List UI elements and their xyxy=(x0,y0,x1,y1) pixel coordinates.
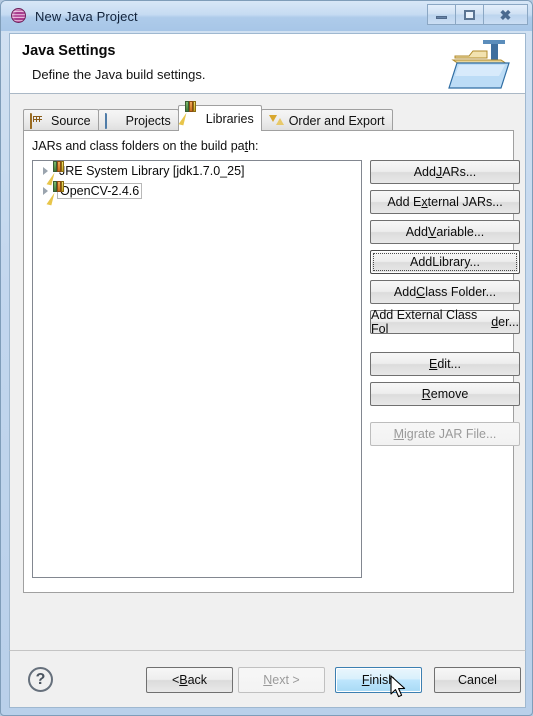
btn-mnemonic: F xyxy=(361,673,370,687)
libraries-tab-panel: JARs and class folders on the build path… xyxy=(23,130,520,593)
remove-button[interactable]: Remove xyxy=(370,382,520,406)
add-library-button[interactable]: Add Library... xyxy=(370,250,520,274)
next-button: Next > xyxy=(238,667,325,693)
tab-label: Order and Export xyxy=(288,113,385,128)
add-variable-button[interactable]: Add Variable... xyxy=(370,220,520,244)
btn-mnemonic: E xyxy=(429,357,438,371)
tab-strip: Source Projects Libraries Order and Expo… xyxy=(23,101,393,131)
btn-post: ibrary... xyxy=(439,255,480,269)
tab-label: Source xyxy=(51,113,91,128)
window-title: New Java Project xyxy=(35,8,138,24)
btn-pre: Add E xyxy=(387,195,422,209)
btn-post: dit... xyxy=(437,357,461,371)
btn-post: Cancel xyxy=(458,673,497,687)
tree-item-label: JRE System Library [jdk1.7.0_25] xyxy=(59,164,245,178)
add-class-folder-button[interactable]: Add Class Folder... xyxy=(370,280,520,304)
build-path-tree[interactable]: JRE System Library [jdk1.7.0_25] OpenCV-… xyxy=(32,160,362,578)
button-group-separator xyxy=(370,412,506,422)
tree-label-pre: JARs and class folders on the build pa xyxy=(32,139,245,153)
finish-button[interactable]: Finish xyxy=(335,667,422,693)
tab-label: Libraries xyxy=(205,111,254,126)
add-external-class-folder-button[interactable]: Add External Class Fol d er... xyxy=(370,308,520,336)
btn-pre: Add External Class Fol xyxy=(371,308,478,336)
tree-item-label: OpenCV-2.4.6 xyxy=(57,183,143,199)
btn-mnemonic: B xyxy=(179,673,188,687)
btn-post: lass Folder... xyxy=(425,285,497,299)
close-icon[interactable]: ✖ xyxy=(483,4,528,25)
btn-pre: Add xyxy=(393,285,417,299)
btn-post: emove xyxy=(430,387,469,401)
btn-mnemonic: R xyxy=(421,387,431,401)
dialog-footer: ? < Back Next > Finish Cancel xyxy=(9,650,526,708)
window-controls: ✖ xyxy=(427,4,528,25)
btn-post: ack xyxy=(187,673,208,687)
java-folder-icon xyxy=(448,37,515,93)
btn-pre: < xyxy=(171,673,180,687)
order-arrows-icon xyxy=(268,113,284,128)
btn-pre: Add xyxy=(410,255,433,269)
btn-pre: Add xyxy=(413,165,436,179)
page-title: Java Settings xyxy=(22,43,116,59)
java-sphere-icon xyxy=(11,8,27,24)
btn-post: ext > xyxy=(272,673,300,687)
package-folder-icon xyxy=(30,113,46,129)
button-group-separator xyxy=(370,340,506,352)
help-icon[interactable]: ? xyxy=(28,667,53,692)
tab-label: Projects xyxy=(125,113,171,128)
minimize-icon[interactable] xyxy=(427,4,456,25)
btn-post: ARs... xyxy=(442,165,477,179)
btn-post: er... xyxy=(498,315,519,329)
open-folder-icon xyxy=(104,113,121,129)
tree-label: JARs and class folders on the build path… xyxy=(32,139,259,153)
wizard-header: Java Settings Define the Java build sett… xyxy=(9,33,526,94)
tab-libraries[interactable]: Libraries xyxy=(177,101,262,131)
add-jars-button[interactable]: Add J ARs... xyxy=(370,160,520,184)
tab-source[interactable]: Source xyxy=(23,109,99,131)
edit-button[interactable]: Edit... xyxy=(370,352,520,376)
btn-mnemonic: M xyxy=(393,427,405,441)
btn-mnemonic: V xyxy=(427,225,437,239)
library-action-buttons: Add J ARs... Add Ex ternal JARs... Add Var… xyxy=(370,160,520,452)
maximize-icon[interactable] xyxy=(455,4,484,25)
back-button[interactable]: < Back xyxy=(146,667,233,693)
page-subtitle: Define the Java build settings. xyxy=(32,67,206,82)
cancel-button[interactable]: Cancel xyxy=(434,667,521,693)
btn-post: ternal JARs... xyxy=(427,195,503,209)
btn-mnemonic: d xyxy=(491,315,499,329)
btn-post: igrate JAR File... xyxy=(404,427,497,441)
tree-row[interactable]: OpenCV-2.4.6 xyxy=(33,181,361,206)
migrate-jar-file-button: Migrate JAR File... xyxy=(370,422,520,446)
tab-projects[interactable]: Projects xyxy=(97,109,179,131)
btn-pre: Add xyxy=(405,225,428,239)
title-bar: New Java Project ✖ xyxy=(1,1,532,31)
tree-label-post: h: xyxy=(248,139,259,153)
btn-mnemonic: N xyxy=(263,673,273,687)
btn-mnemonic: L xyxy=(432,255,440,269)
books-icon xyxy=(178,101,201,126)
tree-row[interactable]: JRE System Library [jdk1.7.0_25] xyxy=(33,161,361,186)
btn-post: ariable... xyxy=(436,225,485,239)
dialog-window: New Java Project ✖ Java Settings Define … xyxy=(0,0,533,716)
add-external-jars-button[interactable]: Add Ex ternal JARs... xyxy=(370,190,520,214)
btn-mnemonic: C xyxy=(416,285,426,299)
btn-post: inish xyxy=(369,673,396,687)
tab-order-and-export[interactable]: Order and Export xyxy=(260,109,393,131)
dialog-body: Source Projects Libraries Order and Expo… xyxy=(9,94,526,650)
